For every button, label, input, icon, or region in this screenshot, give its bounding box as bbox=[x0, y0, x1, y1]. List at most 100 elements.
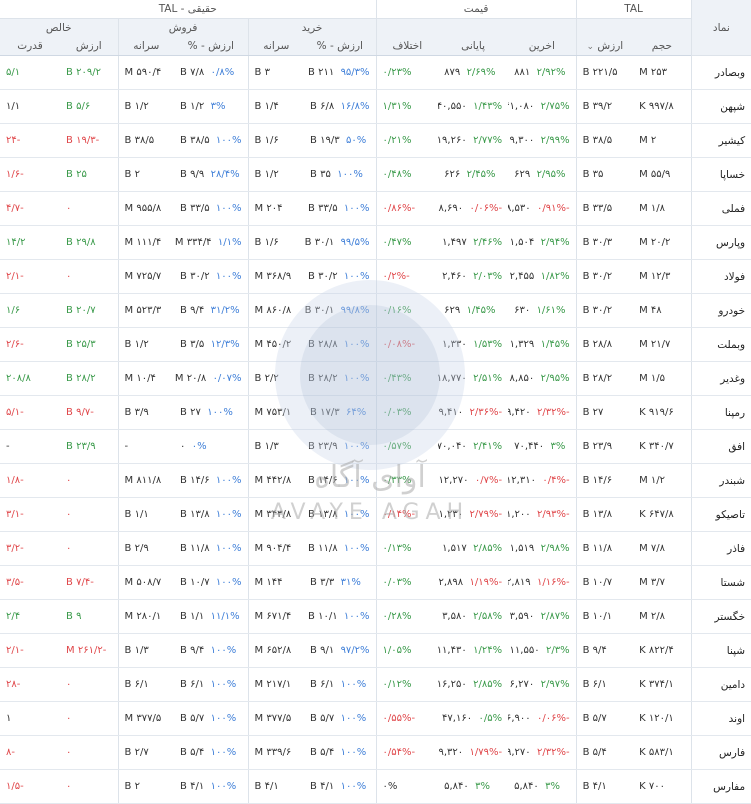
buy-per-capita: ۳۷۷/۵ M bbox=[254, 713, 292, 724]
net-power: ۲۰۸/۸ bbox=[6, 373, 31, 384]
buy-per-capita: ۳۶۸/۹ M bbox=[254, 271, 292, 282]
buy-per-capita: ۸۶۰/۸ M bbox=[254, 305, 292, 316]
last-col-header[interactable]: اخرین bbox=[508, 37, 577, 56]
close-price-pct: ۲/۷۷% bbox=[473, 135, 503, 146]
close-price: ۶۲۹ bbox=[444, 305, 461, 316]
close-price-pct: ۳% bbox=[475, 781, 490, 792]
net-power: ۱/۶ bbox=[6, 305, 21, 316]
table-row[interactable]: افق ۳۴۰/۷ K ۲۳/۹ B ۳% ۷۰,۴۴۰ ۲/۴۱% ۷۰,۰۴۰ ۰/۵… bbox=[0, 429, 751, 464]
last-price-cell: ۲/۸۷% ۳,۵۹۰ bbox=[508, 599, 577, 634]
sell-pct: ۱۰۰% bbox=[210, 747, 237, 758]
table-row[interactable]: فولاد ۱۲/۳ M ۳۰/۲ B ۱/۸۲% ۲,۴۵۵ ۲/۰۳% ۲,۴۶۰-… bbox=[0, 259, 751, 294]
table-row[interactable]: شپهن۹۹۷/۸ K۳۹/۲ B۲/۷۵% ۴۱,۰۸۰۱/۴۳% ۴۰,۵۵… bbox=[0, 89, 751, 124]
buy-pct: ۱۰۰% bbox=[340, 713, 367, 724]
buy-per-capita: ۷۵۳/۱ M bbox=[254, 407, 292, 418]
sell-per-capita: ۱۰/۴ M bbox=[124, 373, 156, 384]
table-row[interactable]: شبندر ۱/۲ M ۱۴/۶ B -۰/۴% ۱۲,۳۱۰ -۰/۷% ۱۲,۲۷۰… bbox=[0, 463, 751, 498]
sell-value: ۱/۱ B bbox=[180, 611, 205, 622]
buy-value: ۳۳/۵ B bbox=[308, 203, 338, 214]
buy-per-capita-col-header[interactable]: سرانه bbox=[247, 37, 305, 56]
table-row[interactable]: وبصادر ۲۵۳ M ۲۲۱/۵ B ۲/۹۲% ۸۸۱ ۲/۶۹% ۸۷۹ ۰/۲۳… bbox=[0, 55, 751, 90]
last-price-pct: -۰/۹۱% bbox=[536, 203, 570, 214]
close-price: ۸۷۹ bbox=[444, 67, 461, 78]
volume-value: ۷۰۰ K bbox=[639, 781, 665, 792]
volume-col-header[interactable]: حجم bbox=[633, 37, 692, 56]
value-cell: ۳۳/۵ B bbox=[575, 191, 634, 226]
sell-pct: ۱۱/۱% bbox=[210, 611, 240, 622]
buy-per-capita: ۳۴۳/۸ M bbox=[254, 509, 292, 520]
close-price-cell: ۱/۲۴% ۱۱,۴۳۰ bbox=[438, 633, 509, 668]
close-price-cell: ۲/۸۵% ۱,۵۱۷ bbox=[438, 531, 509, 566]
buy-pct: ۱۰۰% bbox=[340, 781, 367, 792]
close-price-cell: ۱/۴۳% ۴۰,۵۵۰ bbox=[438, 89, 509, 124]
table-row[interactable]: مفارس ۷۰۰ K ۴/۱ B ۳% ۵,۸۴۰ ۳% ۵,۸۴۰ ۰% ۱۰۰% ۴/… bbox=[0, 769, 751, 804]
table-row[interactable]: وپارس ۲۰/۲ M ۳۰/۳ B ۲/۹۴% ۱,۵۰۴ ۲/۴۶% ۱,۴۹۷ ۰… bbox=[0, 225, 751, 260]
buy-value-col-header[interactable]: ارزش - % bbox=[304, 37, 377, 56]
diff-col-header[interactable]: اختلاف bbox=[375, 37, 439, 56]
close-price: ۱۸,۶۹۰ bbox=[438, 203, 464, 214]
symbol-cell: اوند bbox=[690, 701, 751, 736]
value-col-header[interactable]: ارزش ⌄ bbox=[575, 37, 634, 56]
last-price-cell: ۲/۹۴% ۱,۵۰۴ bbox=[508, 225, 577, 260]
table-row[interactable]: رمپنا۹۱۹/۶ K۲۷ B-۲/۳۲% ۲۹,۴۲۰-۲/۳۶% ۲۹,۴… bbox=[0, 395, 751, 430]
sell-value-cell: ۲۸/۴% ۹/۹ B bbox=[174, 157, 249, 192]
table-row[interactable]: کیشیر۲ M۳۸/۵ B۲/۹۹% ۱۹,۳۰۰۲/۷۷% ۱۹,۲۶۰۰/… bbox=[0, 123, 751, 158]
sell-per-capita-cell: ۱/۲ B bbox=[117, 89, 175, 124]
buy-per-capita-cell: ۴/۱ B bbox=[247, 769, 305, 804]
symbol-cell: شستا bbox=[690, 565, 751, 600]
net-value: ۰ bbox=[66, 781, 72, 792]
volume-cell: ۹۱۹/۶ K bbox=[633, 395, 692, 430]
symbol-header[interactable]: نماد bbox=[690, 0, 751, 56]
net-value-cell: -۷/۴ B bbox=[60, 565, 119, 600]
buy-value-cell: ۱۰۰% ۳۰/۲ B bbox=[304, 259, 377, 294]
buy-per-capita-cell: ۱/۶ B bbox=[247, 123, 305, 158]
diff-value: ۰/۰۳% bbox=[382, 577, 412, 588]
trade-value: ۳۰/۲ B bbox=[582, 305, 613, 316]
table-row[interactable]: فملی۱/۸ M۳۳/۵ B-۰/۹۱% ۱۸,۵۳۰-۰/۰۶% ۱۸,۶۹… bbox=[0, 191, 751, 226]
close-price-cell: ۲/۶۹% ۸۷۹ bbox=[438, 55, 509, 90]
volume-cell: ۲ M bbox=[633, 123, 692, 158]
close-price-cell: ۰/۵% ۴۷,۱۶۰ bbox=[438, 701, 509, 736]
net-power-cell: -۳/۲ bbox=[0, 531, 61, 566]
symbol-cell: دامین bbox=[690, 667, 751, 702]
diff-cell: ۱/۰۵% bbox=[375, 633, 439, 668]
buy-value: ۲۱۱ B bbox=[308, 67, 335, 78]
table-row[interactable]: خساپا ۵۵/۹ M ۳۵ B ۲/۹۵% ۶۲۹ ۲/۴۵% ۶۲۶ ۰/۴۸% ۱۰… bbox=[0, 157, 751, 192]
sell-value-col-header[interactable]: ارزش - % bbox=[174, 37, 249, 56]
table-row[interactable]: فارس ۵۸۳/۱ K ۵/۴ B -۲/۳۲% ۹,۲۷۰ -۱/۷۹% ۹,۳۲۰… bbox=[0, 735, 751, 770]
net-power-cell: -۲/۶ bbox=[0, 327, 61, 362]
table-row[interactable]: وغدیر۱/۵ M۲۸/۲ B۲/۹۵% ۱۸,۸۵۰۲/۵۱% ۱۸,۷۷۰… bbox=[0, 361, 751, 396]
volume-value: ۲۵۳ M bbox=[639, 67, 668, 78]
last-price: ۲۹,۴۲۰ bbox=[508, 407, 531, 418]
trade-value: ۳۵ B bbox=[582, 169, 604, 180]
symbol-name: شپنا bbox=[726, 644, 746, 657]
net-value-cell: ۲۰۹/۲ B bbox=[60, 55, 119, 90]
net-power-col-header[interactable]: قدرت bbox=[0, 37, 61, 56]
sell-per-capita-col-header[interactable]: سرانه bbox=[117, 37, 175, 56]
buy-value-cell: ۱۰۰% ۲۳/۹ B bbox=[304, 429, 377, 464]
table-row[interactable]: شپنا ۸۲۲/۴ K ۹/۴ B ۲/۳% ۱۱,۵۵۰ ۱/۲۴% ۱۱,۴۳۰ ۱… bbox=[0, 633, 751, 668]
diff-value: ۰% bbox=[382, 781, 398, 792]
table-row[interactable]: فاذر ۷/۸ M ۱۱/۸ B ۲/۹۸% ۱,۵۱۹ ۲/۸۵% ۱,۵۱۷ ۰/۱… bbox=[0, 531, 751, 566]
table-row[interactable]: وبملت ۲۱/۷ M ۲۸/۸ B ۱/۴۵% ۱,۳۲۹ ۱/۵۳% ۱,۳۳۰-… bbox=[0, 327, 751, 362]
close-price: ۱,۳۳۰ bbox=[442, 339, 467, 350]
table-row[interactable]: اوند۱۲۰/۱ K۵/۷ B-۰/۰۶% ۴۶,۹۰۰۰/۵% ۴۷,۱۶۰… bbox=[0, 701, 751, 736]
volume-value: ۱۲۰/۱ K bbox=[639, 713, 674, 724]
close-col-header[interactable]: پایانی bbox=[438, 37, 509, 56]
buy-value: ۵/۷ B bbox=[310, 713, 335, 724]
table-row[interactable]: تاصیکو۶۴۷/۸ K۱۳/۸ B-۲/۹۳% ۲۱,۲۰۰-۲/۷۹% ۲… bbox=[0, 497, 751, 532]
diff-cell: ۰% bbox=[375, 769, 439, 804]
table-body: وبصادر ۲۵۳ M ۲۲۱/۵ B ۲/۹۲% ۸۸۱ ۲/۶۹% ۸۷۹ ۰/۲۳… bbox=[0, 55, 751, 804]
symbol-cell: خودرو bbox=[690, 293, 751, 328]
table-row[interactable]: خگستر ۲/۸ M ۱۰/۱ B ۲/۸۷% ۳,۵۹۰ ۲/۵۸% ۳,۵۸۰ ۰/… bbox=[0, 599, 751, 634]
table-row[interactable]: دامین۳۷۴/۱ K۶/۱ B۲/۹۷% ۱۶,۲۷۰۲/۸۵% ۱۶,۲۵… bbox=[0, 667, 751, 702]
close-price-pct: ۲/۴۶% bbox=[473, 237, 503, 248]
net-power-cell: ۱/۱ bbox=[0, 89, 61, 124]
sell-pct: ۱۰۰% bbox=[215, 135, 242, 146]
table-row[interactable]: شستا ۳/۷ M ۱۰/۷ B -۱/۱۶% ۲,۸۱۹ -۱/۱۹% ۲,۸۹۸ ۰… bbox=[0, 565, 751, 600]
net-value-col-header[interactable]: ارزش bbox=[60, 37, 119, 56]
buy-per-capita-cell: ۱/۶ B bbox=[247, 225, 305, 260]
diff-cell: ۰/۴۸% bbox=[375, 157, 439, 192]
diff-value: ۱/۳۱% bbox=[382, 101, 412, 112]
table-row[interactable]: خودرو ۴۸ M ۳۰/۲ B ۱/۶۱% ۶۳۰ ۱/۴۵% ۶۲۹ ۰/۱۶% ۹۹… bbox=[0, 293, 751, 328]
